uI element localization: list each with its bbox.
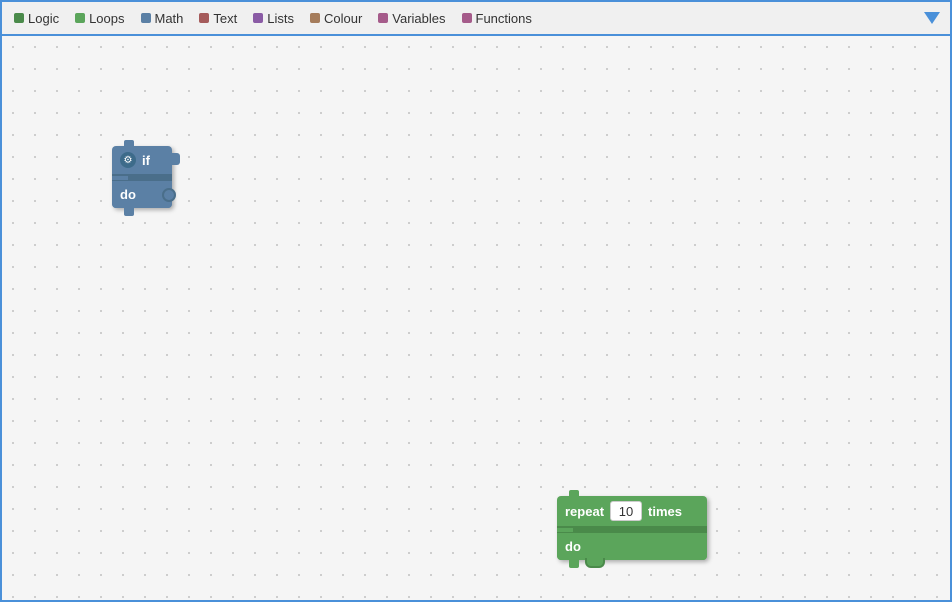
repeat-label: repeat [565,504,604,519]
functions-color-dot [462,13,472,23]
if-label: if [142,153,150,168]
repeat-bottom-connector [585,558,605,568]
toolbar-item-variables[interactable]: Variables [370,2,453,34]
repeat-block-body: repeat 10 times do [557,496,707,560]
gear-icon[interactable]: ⚙ [120,152,136,168]
repeat-block[interactable]: repeat 10 times do [557,496,707,560]
functions-label: Functions [476,11,532,26]
toolbar-item-math[interactable]: Math [133,2,192,34]
toolbar: Logic Loops Math Text Lists Colour Varia… [2,2,950,36]
math-label: Math [155,11,184,26]
loops-label: Loops [89,11,124,26]
toolbar-item-logic[interactable]: Logic [6,2,67,34]
math-color-dot [141,13,151,23]
lists-color-dot [253,13,263,23]
toolbar-dropdown-arrow[interactable] [924,12,940,24]
times-label: times [648,504,682,519]
lists-label: Lists [267,11,294,26]
text-color-dot [199,13,209,23]
toolbar-item-colour[interactable]: Colour [302,2,370,34]
do-label: do [120,187,136,202]
colour-color-dot [310,13,320,23]
if-right-notch [170,153,180,165]
repeat-block-bottom: do [557,532,707,560]
if-block[interactable]: ⚙ if do [112,146,172,208]
logic-color-dot [14,13,24,23]
repeat-block-top: repeat 10 times [557,496,707,526]
loops-color-dot [75,13,85,23]
if-bottom-connector [162,188,176,202]
toolbar-item-text[interactable]: Text [191,2,245,34]
colour-label: Colour [324,11,362,26]
if-block-bottom: do [112,180,172,208]
toolbar-item-lists[interactable]: Lists [245,2,302,34]
text-label: Text [213,11,237,26]
repeat-do-label: do [565,539,581,554]
if-block-body: ⚙ if do [112,146,172,208]
toolbar-item-loops[interactable]: Loops [67,2,132,34]
main-container: Logic Loops Math Text Lists Colour Varia… [0,0,952,602]
toolbar-item-functions[interactable]: Functions [454,2,540,34]
if-block-top: ⚙ if [112,146,172,174]
repeat-value[interactable]: 10 [610,501,642,521]
variables-color-dot [378,13,388,23]
workspace[interactable]: ⚙ if do repeat [2,36,950,600]
variables-label: Variables [392,11,445,26]
logic-label: Logic [28,11,59,26]
